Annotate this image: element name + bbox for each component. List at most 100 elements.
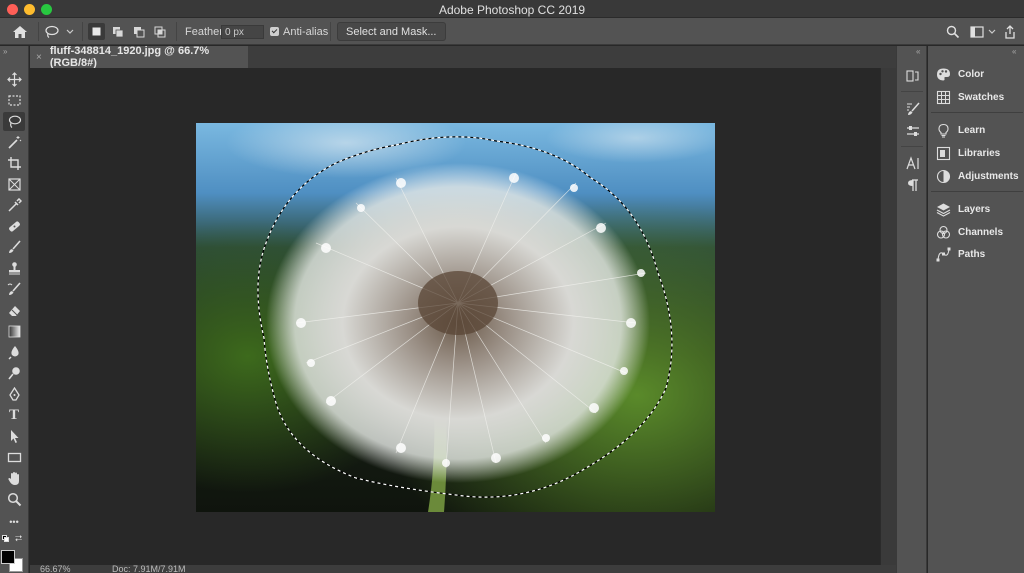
vertical-scrollbar[interactable] — [880, 68, 896, 565]
crop-icon — [7, 157, 21, 170]
brush-settings-button[interactable] — [903, 99, 922, 118]
document-tab[interactable]: × fluff-348814_1920.jpg @ 66.7% (RGB/8#) — [30, 45, 248, 69]
lightbulb-icon — [938, 123, 949, 137]
rectangle-tool[interactable] — [3, 448, 25, 467]
tools-panel: » T ••• ⮂ — [0, 46, 29, 573]
drop-icon — [8, 346, 19, 360]
character-panel-button[interactable] — [903, 153, 922, 172]
clone-stamp-tool[interactable] — [3, 259, 25, 278]
learn-panel-button[interactable]: Learn — [936, 120, 1022, 140]
eraser-tool[interactable] — [3, 301, 25, 320]
edit-toolbar[interactable]: ••• — [3, 512, 25, 531]
properties-button[interactable] — [903, 121, 922, 140]
learn-panel-label: Learn — [958, 124, 986, 136]
collapse-strip-icon[interactable]: « — [916, 47, 920, 56]
lasso-icon — [8, 115, 21, 128]
history-brush-tool[interactable] — [3, 280, 25, 299]
pen-icon — [8, 387, 20, 401]
separator — [901, 146, 923, 147]
gradient-tool[interactable] — [3, 322, 25, 341]
pen-tool[interactable] — [3, 385, 25, 404]
zoom-tool[interactable] — [3, 490, 25, 509]
close-tab-icon[interactable]: × — [36, 52, 42, 63]
libraries-panel-button[interactable]: Libraries — [936, 143, 1022, 163]
magic-wand-tool[interactable] — [3, 133, 25, 152]
channels-panel-button[interactable]: Channels — [936, 222, 1022, 242]
layers-icon — [936, 203, 951, 217]
subtract-selection-icon — [133, 26, 144, 37]
frame-tool[interactable] — [3, 175, 25, 194]
search-icon[interactable] — [946, 25, 960, 39]
add-to-selection-button[interactable] — [109, 23, 126, 40]
frame-icon — [7, 178, 21, 191]
layers-panel-button[interactable]: Layers — [936, 199, 1022, 219]
adjustments-panel-button[interactable]: Adjustments — [936, 166, 1022, 186]
feather-input[interactable] — [221, 25, 264, 39]
healing-brush-tool[interactable] — [3, 217, 25, 236]
doc-size[interactable]: Doc: 7.91M/7.91M — [112, 565, 186, 573]
share-icon[interactable] — [1004, 24, 1016, 39]
separator — [330, 22, 331, 41]
separator — [82, 22, 83, 41]
app-title: Adobe Photoshop CC 2019 — [438, 3, 586, 17]
sliders-icon — [906, 125, 919, 136]
brush-settings-icon — [906, 102, 920, 115]
swatches-panel-button[interactable]: Swatches — [936, 87, 1022, 107]
type-icon: T — [8, 407, 19, 423]
separator — [176, 22, 177, 41]
color-palette-icon — [937, 68, 950, 80]
dodge-tool[interactable] — [3, 364, 25, 383]
hand-icon — [7, 472, 19, 485]
new-selection-button[interactable] — [88, 23, 105, 40]
feather-label: Feather: — [185, 25, 226, 38]
blur-tool[interactable] — [3, 343, 25, 362]
libraries-panel-label: Libraries — [958, 147, 1001, 159]
document-image[interactable] — [196, 123, 715, 512]
workspace-icon[interactable] — [970, 25, 984, 38]
options-bar: Feather: Anti-alias Select and Mask... — [0, 18, 1024, 45]
more-icon: ••• — [9, 516, 19, 527]
subtract-from-selection-button[interactable] — [130, 23, 147, 40]
new-selection-icon — [92, 27, 101, 36]
paths-panel-button[interactable]: Paths — [936, 244, 1022, 264]
panels-dock: « Color Swatches Learn Libraries Adjustm… — [928, 46, 1024, 573]
history-panel-button[interactable] — [903, 66, 922, 85]
intersect-selection-icon — [154, 26, 165, 37]
document-tab-bar: × fluff-348814_1920.jpg @ 66.7% (RGB/8#) — [30, 45, 896, 69]
home-icon — [13, 25, 27, 38]
dandelion-photo — [196, 123, 715, 512]
select-and-mask-button[interactable]: Select and Mask... — [337, 22, 446, 41]
intersect-selection-button[interactable] — [151, 23, 168, 40]
collapse-toolbar-icon[interactable]: » — [3, 47, 7, 56]
brush-icon — [8, 240, 21, 253]
move-tool[interactable] — [3, 70, 25, 89]
hand-tool[interactable] — [3, 469, 25, 488]
home-button[interactable] — [10, 18, 30, 45]
chevron-down-icon[interactable] — [988, 29, 996, 35]
default-colors-icon[interactable] — [2, 535, 9, 542]
zoom-level[interactable]: 66.67% — [40, 565, 71, 573]
color-panel-label: Color — [958, 68, 985, 80]
separator — [931, 191, 1023, 192]
eyedropper-tool[interactable] — [3, 196, 25, 215]
paragraph-panel-button[interactable] — [903, 175, 922, 194]
anti-alias-checkbox[interactable]: Anti-alias — [270, 18, 328, 45]
color-panel-button[interactable]: Color — [936, 64, 1022, 84]
foreground-color-swatch[interactable] — [1, 550, 15, 564]
swatches-panel-label: Swatches — [958, 91, 1005, 103]
path-selection-tool[interactable] — [3, 427, 25, 446]
anti-alias-label: Anti-alias — [283, 25, 329, 38]
collapse-panels-icon[interactable]: « — [1012, 47, 1016, 56]
lasso-tool[interactable] — [3, 112, 25, 131]
title-bar: Adobe Photoshop CC 2019 — [0, 0, 1024, 18]
brush-tool[interactable] — [3, 238, 25, 257]
document-tab-title: fluff-348814_1920.jpg @ 66.7% (RGB/8#) — [49, 45, 210, 69]
tool-preset-picker[interactable] — [44, 18, 78, 45]
swatches-grid-icon — [936, 90, 951, 104]
bandage-icon — [8, 221, 20, 232]
marquee-tool[interactable] — [3, 91, 25, 110]
crop-tool[interactable] — [3, 154, 25, 173]
stamp-icon — [8, 262, 20, 275]
swap-colors-icon[interactable]: ⮂ — [15, 533, 22, 544]
type-tool[interactable]: T — [3, 406, 25, 425]
